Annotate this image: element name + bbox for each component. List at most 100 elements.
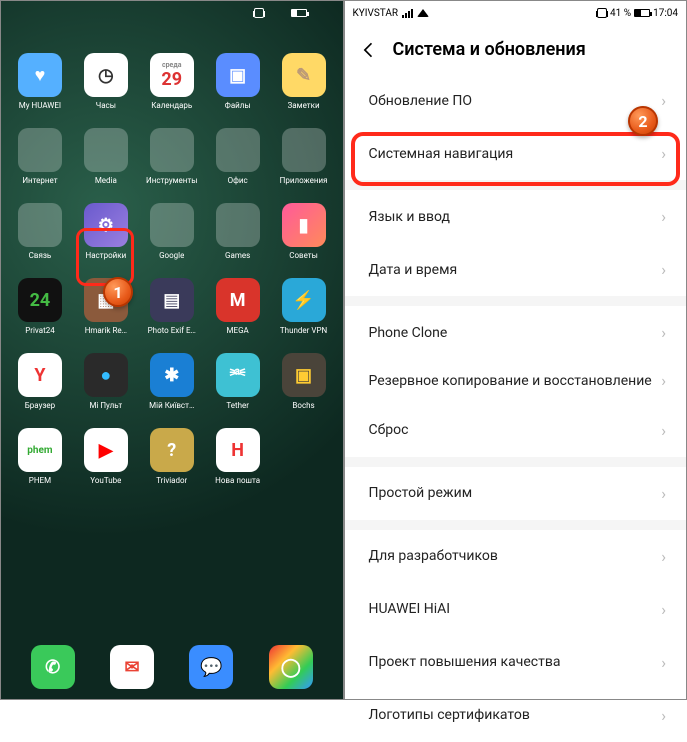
app-м-й-ки-вст-[interactable]: ✱Мій Київст…	[141, 353, 203, 410]
settings-row[interactable]: Логотипы сертификатов›	[345, 689, 687, 742]
row-label: Для разработчиков	[369, 548, 498, 564]
app-связь[interactable]: Связь	[9, 203, 71, 260]
clock: 17:04	[653, 8, 678, 19]
settings-row[interactable]: Простой режим›	[345, 467, 687, 520]
app-icon: ⎃	[216, 353, 260, 397]
settings-row[interactable]: Язык и ввод›	[345, 190, 687, 243]
app-приложения[interactable]: Приложения	[273, 128, 335, 185]
app-label: Интернет	[22, 176, 57, 185]
app-label: Photo Exif E…	[148, 326, 196, 335]
dock-app[interactable]: ✉	[110, 645, 154, 689]
app-phem[interactable]: phemPHEM	[9, 428, 71, 485]
back-button[interactable]	[359, 40, 379, 60]
folder-icon	[18, 128, 62, 172]
dock-app[interactable]: ✆	[31, 645, 75, 689]
settings-row[interactable]: Системная навигация ›	[345, 127, 687, 180]
app-label: Связь	[29, 251, 52, 260]
settings-row[interactable]: HUAWEI HiAI›	[345, 583, 687, 636]
app-настройки[interactable]: ⚙Настройки	[75, 203, 137, 260]
app-часы[interactable]: ◷Часы	[75, 53, 137, 110]
app-интернет[interactable]: Интернет	[9, 128, 71, 185]
separator	[345, 520, 687, 530]
app-tether[interactable]: ⎃Tether	[207, 353, 269, 410]
app-icon: ●	[84, 353, 128, 397]
folder-icon	[84, 128, 128, 172]
settings-row[interactable]: Дата и время›	[345, 243, 687, 296]
app-заметки[interactable]: ✎Заметки	[273, 53, 335, 110]
row-label: HUAWEI HiAI	[369, 601, 451, 617]
app-thunder-vpn[interactable]: ⚡ Thunder VPN	[273, 278, 335, 335]
settings-row[interactable]: Phone Clone›	[345, 306, 687, 359]
app-my-huawei[interactable]: ♥My HUAWEI	[9, 53, 71, 110]
folder-icon	[150, 128, 194, 172]
app-label: Нова пошта	[215, 476, 260, 485]
app-label: Thunder VPN	[280, 326, 327, 335]
app-media[interactable]: Media	[75, 128, 137, 185]
settings-row[interactable]: Для разработчиков ›	[345, 530, 687, 583]
app-label: YouTube	[90, 476, 121, 485]
app-icon: среда29	[150, 53, 194, 97]
chevron-right-icon: ›	[661, 91, 666, 110]
row-label: Системная навигация	[369, 146, 514, 162]
dock-app[interactable]: ◯	[269, 645, 313, 689]
phone-home: KYIVSTAR 42 % 17:03 ♥My HUAWEI◷Часысреда…	[0, 0, 344, 700]
app-mi-пульт[interactable]: ● Mi Пульт	[75, 353, 137, 410]
chevron-right-icon: ›	[661, 144, 666, 163]
app-label: Офис	[228, 176, 248, 185]
row-label: Резервное копирование и восстановление	[369, 372, 652, 390]
folder-icon	[150, 203, 194, 247]
app-label: Games	[225, 251, 250, 260]
app-label: PHEM	[29, 476, 51, 485]
app-офис[interactable]: Офис	[207, 128, 269, 185]
settings-row[interactable]: Резервное копирование и восстановление ›	[345, 359, 687, 404]
battery-icon	[634, 9, 650, 17]
app-youtube[interactable]: ▶YouTube	[75, 428, 137, 485]
app-label: Советы	[289, 251, 318, 260]
row-label: Проект повышения качества	[369, 654, 561, 670]
app-bochs[interactable]: ▣ Bochs	[273, 353, 335, 410]
app-label: Media	[95, 176, 117, 185]
app-photo-exif-e-[interactable]: ▤Photo Exif E…	[141, 278, 203, 335]
callout-badge-2: 2	[628, 106, 658, 136]
app-google[interactable]: Google	[141, 203, 203, 260]
app-файлы[interactable]: ▣Файлы	[207, 53, 269, 110]
home-grid: ♥My HUAWEI◷Часысреда29Календарь▣Файлы✎За…	[1, 25, 343, 485]
app-календарь[interactable]: среда29Календарь	[141, 53, 203, 110]
app-icon: Н	[216, 428, 260, 472]
app-label: Mi Пульт	[89, 401, 122, 410]
app-label: Настройки	[85, 251, 126, 260]
app-mega[interactable]: MMEGA	[207, 278, 269, 335]
carrier-label: KYIVSTAR	[353, 8, 399, 19]
app-icon: Y	[18, 353, 62, 397]
app-label: Инструменты	[146, 176, 197, 185]
app-label: Google	[159, 251, 184, 260]
chevron-right-icon: ›	[661, 323, 666, 342]
app-icon: ♥	[18, 53, 62, 97]
app-браузер[interactable]: YБраузер	[9, 353, 71, 410]
app-label: Hmarik Re…	[85, 326, 127, 335]
vibrate-icon	[254, 8, 264, 18]
app-triviador[interactable]: ?Triviador	[141, 428, 203, 485]
app-icon: ⚡	[282, 278, 326, 322]
app-label: MEGA	[227, 326, 249, 335]
settings-row[interactable]: Проект повышения качества›	[345, 636, 687, 689]
app-label: Bochs	[292, 401, 314, 410]
battery-icon	[291, 9, 307, 17]
app-icon: ▣	[282, 353, 326, 397]
wifi-icon	[417, 9, 429, 17]
settings-row[interactable]: Сброс›	[345, 404, 687, 457]
settings-list: Обновление ПО›Системная навигация›Язык и…	[345, 74, 687, 742]
app-label: Заметки	[288, 101, 320, 110]
app-нова-пошта[interactable]: Н Нова пошта	[207, 428, 269, 485]
app-label: Приложения	[280, 176, 328, 185]
app-инструменты[interactable]: Инструменты	[141, 128, 203, 185]
chevron-right-icon: ›	[661, 547, 666, 566]
app-советы[interactable]: ▮Советы	[273, 203, 335, 260]
chevron-right-icon: ›	[661, 371, 666, 392]
app-games[interactable]: Games	[207, 203, 269, 260]
folder-icon	[18, 203, 62, 247]
app-privat24[interactable]: 24Privat24	[9, 278, 71, 335]
settings-header: Система и обновления	[345, 25, 687, 74]
app-icon: 24	[18, 278, 62, 322]
dock-app[interactable]: 💬	[189, 645, 233, 689]
